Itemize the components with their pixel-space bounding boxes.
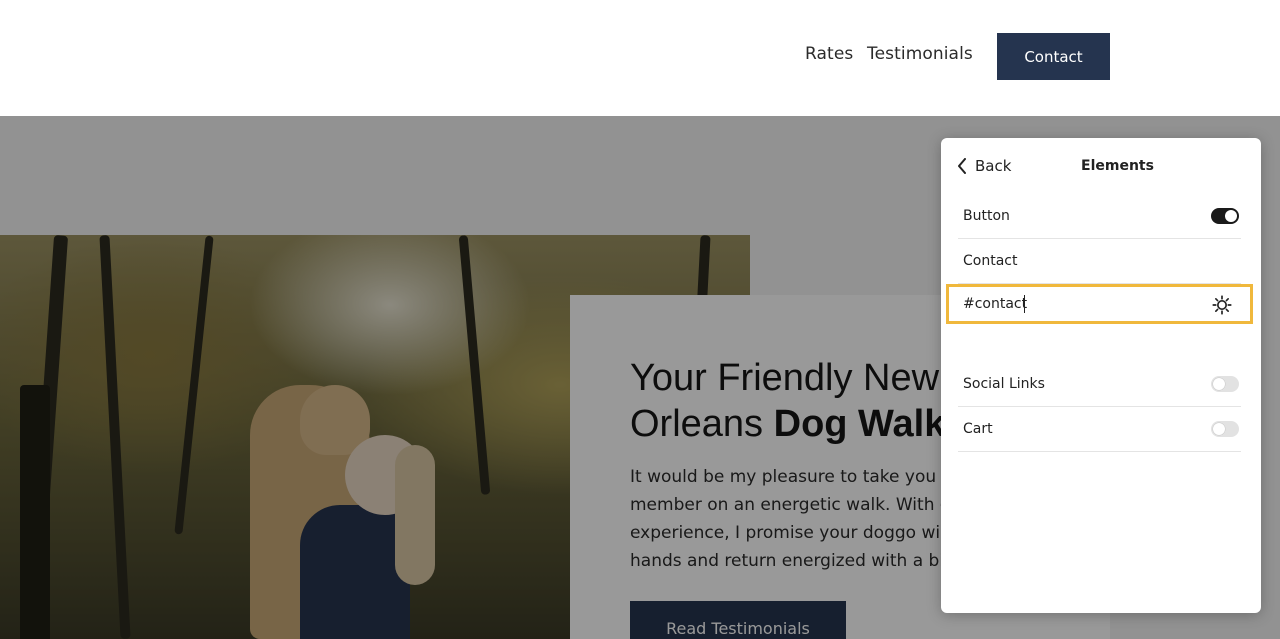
hero-title-line1: Your Friendly New <box>630 357 940 399</box>
cart-toggle[interactable] <box>1211 421 1239 437</box>
header-contact-button[interactable]: Contact <box>997 33 1110 80</box>
text-caret <box>1024 295 1025 313</box>
row-cart: Cart <box>958 407 1241 452</box>
button-link-input[interactable] <box>963 294 1203 314</box>
row-social-links-label: Social Links <box>963 376 1045 392</box>
site-header: Rates Testimonials Contact <box>0 0 1280 116</box>
back-button[interactable]: Back <box>957 156 1011 176</box>
row-contact[interactable]: Contact <box>958 239 1241 284</box>
panel-title: Elements <box>1081 158 1154 174</box>
hero-title-bold: Dog Walk <box>773 403 946 445</box>
chevron-left-icon <box>958 158 966 174</box>
nav-link-testimonials[interactable]: Testimonials <box>867 44 973 64</box>
button-link-field <box>946 284 1253 324</box>
social-links-toggle[interactable] <box>1211 376 1239 392</box>
button-toggle[interactable] <box>1211 208 1239 224</box>
button-label-text: Contact <box>963 253 1018 269</box>
row-button: Button <box>958 194 1241 239</box>
hero-title-line2: Orleans <box>630 403 774 445</box>
elements-panel: Back Elements Button Contact Social Li <box>941 138 1261 613</box>
row-social-links: Social Links <box>958 362 1241 407</box>
row-cart-label: Cart <box>963 421 993 437</box>
row-button-label: Button <box>963 208 1010 224</box>
gear-icon[interactable] <box>1212 295 1232 315</box>
nav-link-rates[interactable]: Rates <box>805 44 853 64</box>
read-testimonials-button[interactable]: Read Testimonials <box>630 601 846 639</box>
back-label: Back <box>975 157 1012 175</box>
